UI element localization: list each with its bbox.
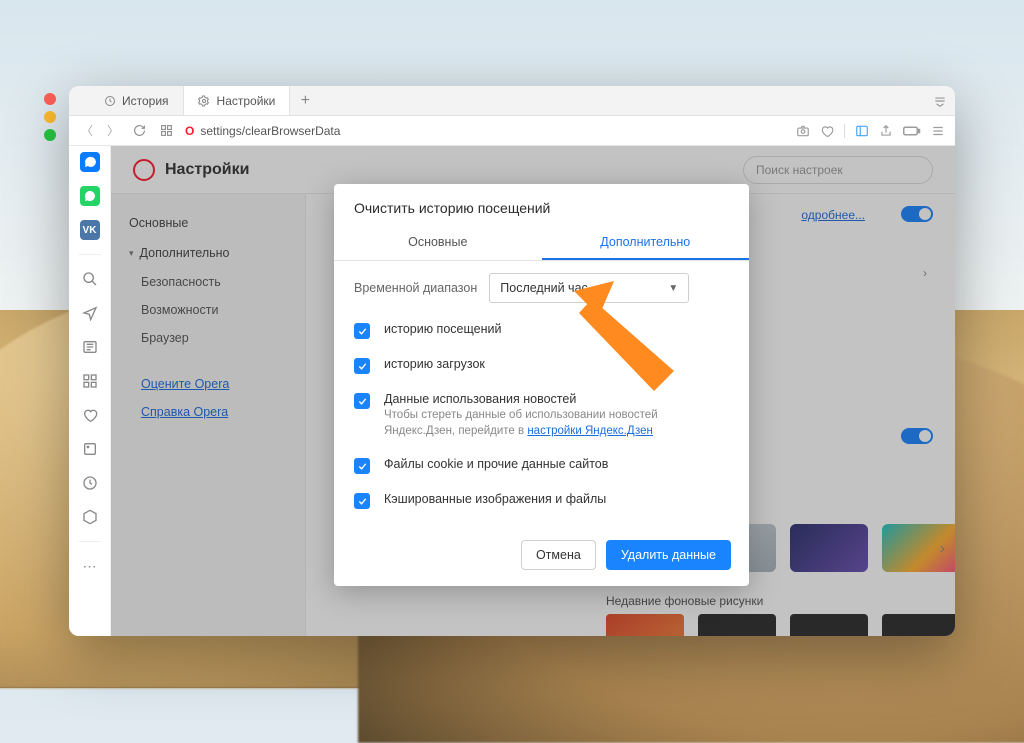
tab-settings[interactable]: Настройки [184, 86, 291, 115]
modal-title: Очистить историю посещений [334, 184, 749, 226]
browser-window: История Настройки + 〈 〉 O settings/clear… [69, 86, 955, 636]
search-icon[interactable] [80, 269, 100, 289]
checkbox-checked-icon[interactable] [354, 358, 370, 374]
check-news-usage[interactable]: Данные использования новостей Чтобы стер… [354, 383, 729, 448]
check-browsing-history[interactable]: историю посещений [354, 313, 729, 348]
check-download-history[interactable]: историю загрузок [354, 348, 729, 383]
extensions-icon[interactable] [80, 507, 100, 527]
time-range-value: Последний час [500, 281, 588, 295]
messenger-icon[interactable] [80, 152, 100, 172]
delete-data-button[interactable]: Удалить данные [606, 540, 731, 570]
url-text: settings/clearBrowserData [200, 124, 340, 138]
snapshot-icon[interactable] [796, 124, 810, 138]
flow-icon[interactable] [80, 303, 100, 323]
vk-icon[interactable]: VK [80, 220, 100, 240]
speed-dial-icon[interactable] [158, 124, 175, 137]
opera-icon: O [185, 124, 194, 138]
check-cookies[interactable]: Файлы cookie и прочие данные сайтов [354, 448, 729, 483]
forward-button[interactable]: 〉 [105, 122, 121, 139]
rail-more-icon[interactable]: ⋯ [80, 556, 100, 576]
macos-traffic-lights [44, 93, 56, 141]
modal-tab-basic[interactable]: Основные [334, 226, 542, 260]
personal-news-icon[interactable] [80, 439, 100, 459]
clear-data-modal: Очистить историю посещений Основные Допо… [334, 184, 749, 586]
tab-history[interactable]: История [89, 86, 184, 115]
tab-strip: История Настройки + [69, 86, 955, 116]
modal-tab-advanced[interactable]: Дополнительно [542, 226, 750, 260]
new-tab-button[interactable]: + [290, 86, 320, 115]
whatsapp-icon[interactable] [80, 186, 100, 206]
chevron-down-icon: ▼ [668, 283, 678, 294]
modal-tabs: Основные Дополнительно [334, 226, 749, 261]
checkbox-checked-icon[interactable] [354, 493, 370, 509]
check-cache[interactable]: Кэшированные изображения и файлы [354, 483, 729, 518]
sidebar-toggle-icon[interactable] [855, 124, 869, 138]
battery-icon[interactable] [903, 125, 921, 137]
history-icon [103, 94, 116, 107]
checkbox-checked-icon[interactable] [354, 458, 370, 474]
gear-icon [198, 94, 211, 107]
tab-history-label: История [122, 94, 169, 108]
history-rail-icon[interactable] [80, 473, 100, 493]
menu-icon[interactable] [931, 124, 945, 138]
zen-settings-link[interactable]: настройки Яндекс.Дзен [527, 425, 653, 437]
tab-settings-label: Настройки [217, 94, 276, 108]
heart-icon[interactable] [820, 124, 834, 138]
time-range-label: Временной диапазон [354, 281, 477, 295]
speed-dial-rail-icon[interactable] [80, 371, 100, 391]
side-rail: VK ⋯ [69, 146, 111, 636]
url-field[interactable]: O settings/clearBrowserData [185, 124, 786, 138]
cancel-button[interactable]: Отмена [521, 540, 596, 570]
time-range-select[interactable]: Последний час ▼ [489, 273, 689, 303]
tabs-menu-icon[interactable] [925, 86, 955, 115]
back-button[interactable]: 〈 [79, 122, 95, 139]
checkbox-checked-icon[interactable] [354, 393, 370, 409]
checkbox-checked-icon[interactable] [354, 323, 370, 339]
share-icon[interactable] [879, 124, 893, 138]
reload-button[interactable] [131, 124, 148, 137]
bookmarks-icon[interactable] [80, 405, 100, 425]
news-icon[interactable] [80, 337, 100, 357]
address-bar: 〈 〉 O settings/clearBrowserData [69, 116, 955, 146]
